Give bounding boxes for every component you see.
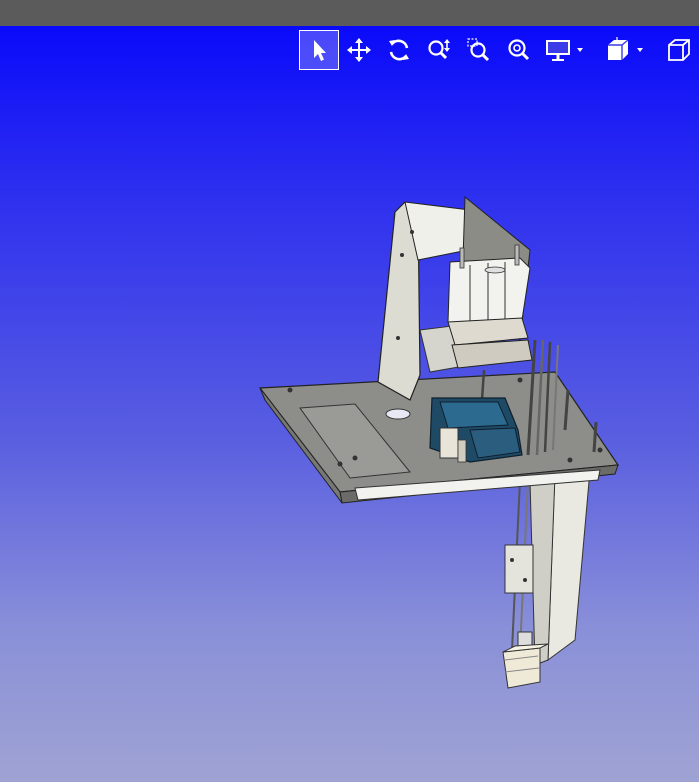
machine-assembly-model[interactable] bbox=[0, 26, 699, 782]
lower-column bbox=[504, 469, 591, 666]
pneumatic-cylinder bbox=[447, 244, 533, 369]
3d-viewport[interactable] bbox=[0, 26, 699, 782]
blue-fixture bbox=[429, 397, 523, 463]
title-bar bbox=[0, 0, 699, 26]
